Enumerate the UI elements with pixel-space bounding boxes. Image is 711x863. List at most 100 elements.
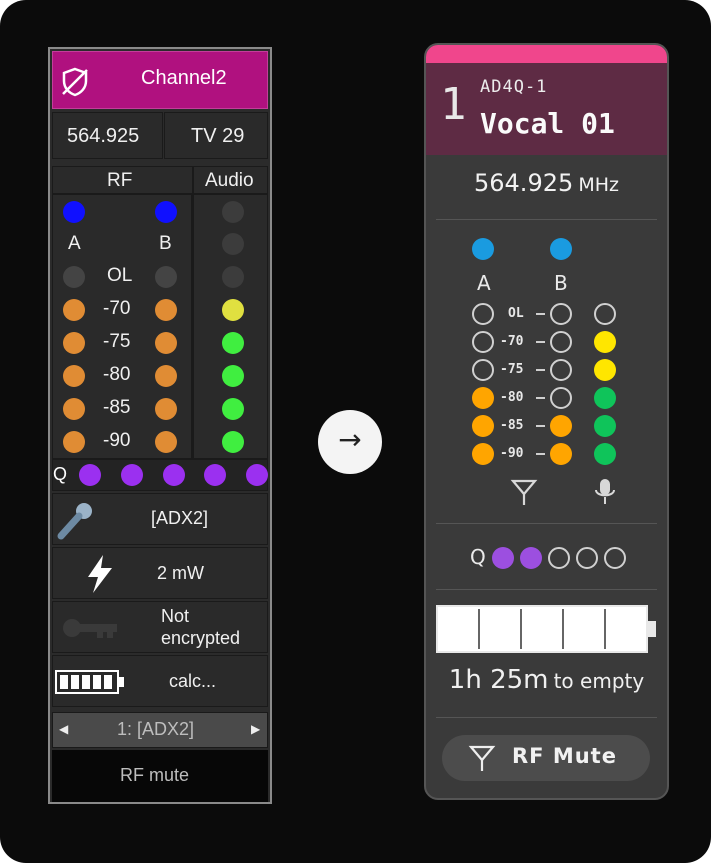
comparison-frame: Channel2 564.925 TV 29 RF Audio A B OL -… bbox=[0, 0, 711, 863]
old-q-label: Q bbox=[53, 464, 68, 484]
rf-b-led bbox=[550, 387, 572, 409]
frequency-unit: MHz bbox=[578, 174, 619, 196]
divider bbox=[436, 219, 657, 220]
key-icon bbox=[63, 619, 117, 638]
old-audio-meter bbox=[193, 194, 268, 459]
rf-a-led bbox=[472, 331, 494, 353]
old-audio-led bbox=[222, 201, 244, 223]
antenna-b-led bbox=[550, 238, 572, 260]
old-q-dot bbox=[246, 464, 268, 486]
divider bbox=[436, 523, 657, 524]
old-antenna-a-led bbox=[63, 201, 85, 223]
old-audio-led bbox=[222, 266, 244, 288]
old-q-dot bbox=[79, 464, 101, 486]
old-level-label: -85 bbox=[103, 397, 131, 418]
audio-led bbox=[594, 443, 616, 465]
divider bbox=[436, 589, 657, 590]
audio-led bbox=[594, 303, 616, 325]
old-device-row[interactable]: [ADX2] bbox=[52, 493, 268, 545]
device-id: AD4Q-1 bbox=[480, 77, 548, 97]
old-encryption-status: Not encrypted bbox=[161, 606, 241, 648]
battery-segment bbox=[608, 609, 646, 649]
old-rf-b-ol bbox=[155, 266, 177, 288]
old-device-name: [ADX2] bbox=[151, 508, 209, 528]
level-dash bbox=[536, 397, 545, 399]
old-audio-led bbox=[222, 299, 244, 321]
prev-arrow-icon[interactable]: ◀ bbox=[59, 722, 68, 736]
old-battery-row[interactable]: calc... bbox=[52, 655, 268, 707]
quality-dot bbox=[576, 547, 598, 569]
level-label: -90 bbox=[500, 446, 524, 461]
battery-segment bbox=[482, 609, 522, 649]
old-rf-a-ol bbox=[63, 266, 85, 288]
old-power-row[interactable]: 2 mW bbox=[52, 547, 268, 599]
rf-mute-label: RF Mute bbox=[512, 744, 617, 768]
rf-b-led bbox=[550, 443, 572, 465]
old-audio-led bbox=[222, 233, 244, 255]
rf-mute-button[interactable]: RF Mute bbox=[442, 735, 650, 781]
old-rf-b-80 bbox=[155, 365, 177, 387]
battery-gauge bbox=[436, 605, 656, 653]
next-arrow-icon[interactable]: ▶ bbox=[251, 722, 260, 736]
rf-a-led bbox=[472, 415, 494, 437]
audio-led bbox=[594, 415, 616, 437]
old-rf-b-85 bbox=[155, 398, 177, 420]
rf-a-led bbox=[472, 303, 494, 325]
level-dash bbox=[536, 425, 545, 427]
old-rf-mute-button[interactable]: RF mute bbox=[52, 750, 268, 802]
frequency-value: 564.925 bbox=[474, 169, 574, 197]
battery-segment bbox=[524, 609, 564, 649]
battery-segment bbox=[566, 609, 606, 649]
shield-off-icon bbox=[62, 67, 88, 97]
old-channel-title-bar[interactable]: Channel2 bbox=[52, 51, 268, 109]
rf-b-led bbox=[550, 415, 572, 437]
level-label: -85 bbox=[500, 418, 524, 433]
rf-a-led bbox=[472, 359, 494, 381]
right-arrow-icon: → bbox=[338, 423, 362, 456]
antenna-icon bbox=[510, 479, 538, 505]
old-tv-channel[interactable]: TV 29 bbox=[164, 112, 268, 159]
old-battery-status: calc... bbox=[169, 671, 217, 691]
channel-number: 1 bbox=[440, 79, 467, 130]
runtime-value: 1h 25m bbox=[448, 665, 549, 695]
microphone-icon bbox=[57, 503, 92, 540]
microphone-icon bbox=[595, 479, 615, 504]
old-channel-name: Channel2 bbox=[141, 67, 227, 89]
channel-name: Vocal 01 bbox=[480, 107, 615, 140]
level-dash bbox=[536, 453, 545, 455]
runtime-suffix: to empty bbox=[553, 669, 645, 693]
old-rf-a-85 bbox=[63, 398, 85, 420]
rf-b-led bbox=[550, 331, 572, 353]
old-rf-mute-label: RF mute bbox=[120, 765, 190, 785]
channel-header[interactable]: 1 AD4Q-1 Vocal 01 bbox=[426, 63, 667, 155]
old-rf-b-70 bbox=[155, 299, 177, 321]
rf-b-led bbox=[550, 303, 572, 325]
antenna-b-label: B bbox=[554, 271, 568, 295]
runtime-display: 1h 25m to empty bbox=[426, 665, 667, 695]
old-level-label: -70 bbox=[103, 298, 131, 319]
old-antenna-b-led bbox=[155, 201, 177, 223]
new-channel-panel: 1 AD4Q-1 Vocal 01 564.925 MHz A B OL -70… bbox=[424, 43, 669, 800]
antenna-a-led bbox=[472, 238, 494, 260]
old-power-value: 2 mW bbox=[157, 563, 204, 583]
rf-b-led bbox=[550, 359, 572, 381]
quality-dot bbox=[604, 547, 626, 569]
old-frequency[interactable]: 564.925 bbox=[52, 112, 163, 159]
level-dash bbox=[536, 369, 545, 371]
audio-led bbox=[594, 331, 616, 353]
old-tv-channel-value: TV 29 bbox=[191, 125, 245, 147]
old-audio-led bbox=[222, 365, 244, 387]
old-q-dot bbox=[204, 464, 226, 486]
old-encryption-row[interactable]: Not encrypted bbox=[52, 601, 268, 653]
old-channel-selector[interactable]: ◀ 1: [ADX2] ▶ bbox=[52, 712, 268, 748]
old-rf-b-75 bbox=[155, 332, 177, 354]
old-antenna-b-label: B bbox=[159, 233, 172, 254]
old-rf-meter: A B OL -70 -75 -80 -85 -90 bbox=[52, 194, 193, 459]
old-channel-panel: Channel2 564.925 TV 29 RF Audio A B OL -… bbox=[48, 47, 272, 804]
old-selector-label: 1: [ADX2] bbox=[117, 719, 195, 739]
frequency-display[interactable]: 564.925 MHz bbox=[426, 169, 667, 197]
battery-tip bbox=[648, 621, 656, 637]
audio-led bbox=[594, 359, 616, 381]
old-rf-header: RF bbox=[52, 166, 193, 194]
old-level-label: -80 bbox=[103, 364, 131, 385]
